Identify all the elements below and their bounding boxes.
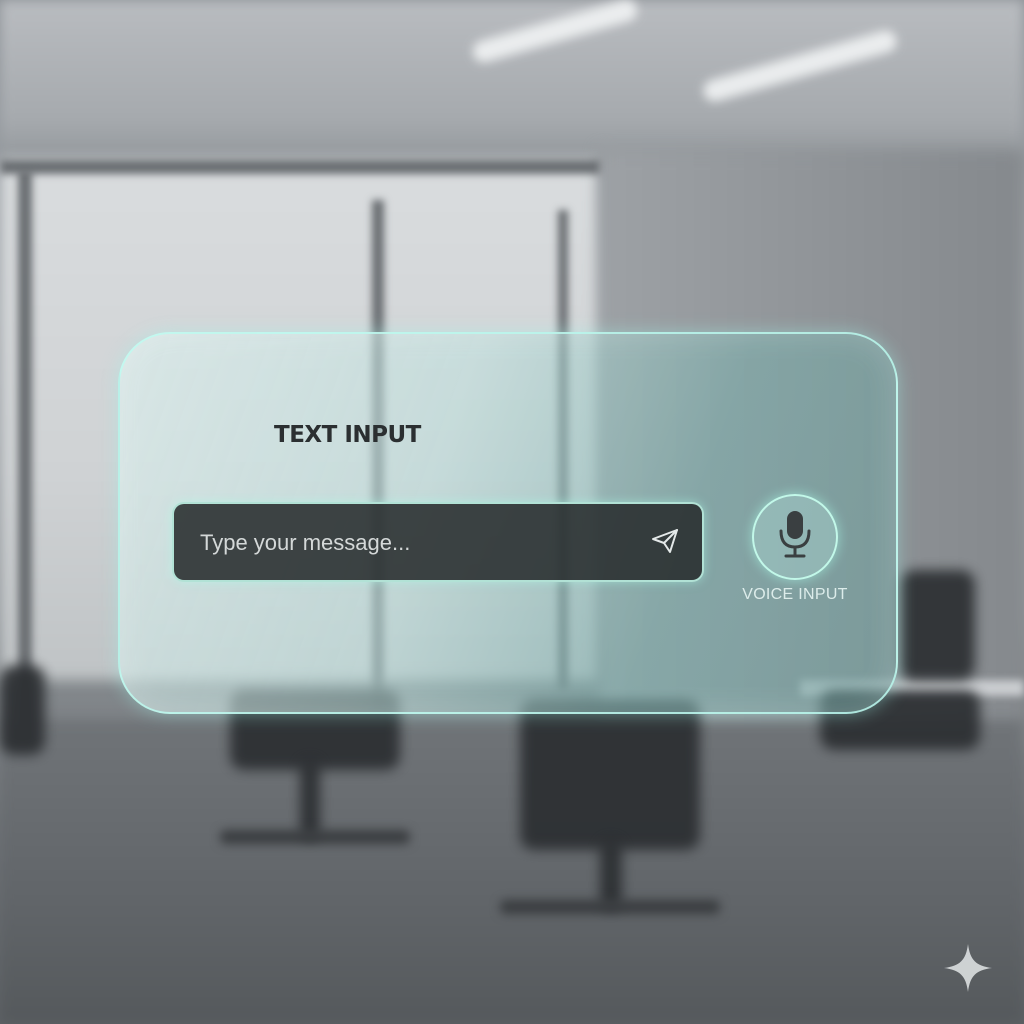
office-chair [0, 665, 45, 755]
chair-base [220, 830, 410, 844]
office-background-scene: TEXT INPUT Type your message... VOICE IN… [0, 0, 1024, 1024]
ceiling [0, 0, 1024, 170]
chair-base [500, 900, 720, 914]
send-button[interactable] [648, 526, 682, 560]
sparkle-icon [942, 942, 994, 994]
office-chair [900, 570, 975, 680]
office-chair [300, 760, 320, 840]
microphone-icon [775, 509, 815, 566]
voice-input-button[interactable] [752, 494, 838, 580]
message-field[interactable] [172, 502, 704, 582]
window-frame [0, 160, 600, 174]
paper-plane-icon [650, 526, 680, 561]
input-panel: TEXT INPUT Type your message... VOICE IN… [118, 332, 898, 714]
floor [0, 720, 1024, 1024]
voice-input-label: VOICE INPUT [742, 586, 848, 603]
message-input[interactable] [198, 504, 632, 582]
panel-title: TEXT INPUT [274, 422, 421, 448]
office-chair [520, 700, 700, 850]
